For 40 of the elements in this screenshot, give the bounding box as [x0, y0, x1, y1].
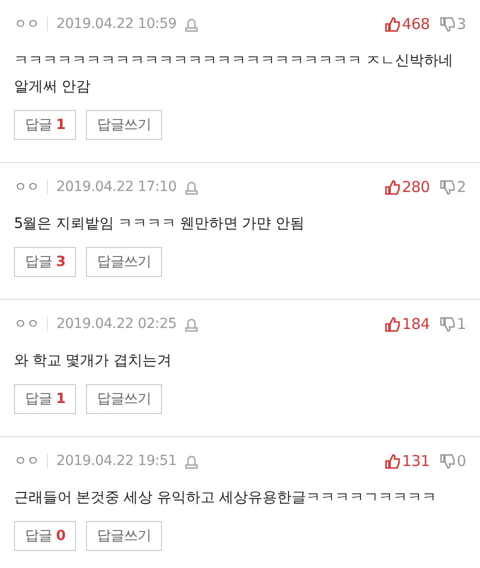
siren-icon[interactable]	[184, 16, 198, 32]
replies-button[interactable]: 답글 3	[14, 247, 76, 277]
comment-date: 2019.04.22 19:51	[56, 453, 177, 469]
dislike-count: 1	[456, 315, 466, 333]
author-name: ㅇㅇ	[14, 316, 40, 333]
thumbs-down-icon[interactable]	[440, 454, 455, 468]
like-count: 280	[402, 178, 430, 196]
comment-date: 2019.04.22 02:25	[56, 316, 177, 332]
author-name: ㅇㅇ	[14, 16, 40, 33]
siren-icon[interactable]	[184, 316, 198, 332]
write-reply-button[interactable]: 답글쓰기	[86, 521, 162, 551]
write-reply-button[interactable]: 답글쓰기	[86, 247, 162, 277]
thumbs-up-icon[interactable]	[385, 16, 400, 32]
comment-date: 2019.04.22 10:59	[56, 16, 177, 32]
comment-date: 2019.04.22 17:10	[56, 179, 177, 195]
comment-text: 5월은 지뢰밭임 ㅋㅋㅋㅋ 웬만하면 가먄 안됨	[14, 215, 306, 234]
replies-button[interactable]: 답글 1	[14, 110, 76, 140]
like-count: 184	[402, 315, 430, 333]
thumbs-up-icon[interactable]	[385, 316, 400, 332]
siren-icon[interactable]	[184, 454, 198, 468]
dislike-count: 3	[456, 15, 466, 33]
thumbs-down-icon[interactable]	[440, 16, 455, 32]
like-count: 468	[402, 15, 430, 33]
author-name: ㅇㅇ	[14, 453, 40, 470]
write-reply-button[interactable]: 답글쓰기	[86, 384, 162, 414]
dislike-count: 0	[456, 452, 466, 470]
siren-icon[interactable]	[184, 180, 198, 194]
thumbs-up-icon[interactable]	[385, 454, 400, 468]
like-count: 131	[402, 452, 430, 470]
comment-text: 와 학교 몇개가 겹치는겨	[14, 352, 172, 371]
thumbs-down-icon[interactable]	[440, 316, 455, 332]
comment-text: ㅋㅋㅋㅋㅋㅋㅋㅋㅋㅋㅋㅋㅋㅋㅋㅋㅋㅋㅋㅋㅋㅋㅋㅋ ㅈㄴ신박하네 알게써 안감	[14, 52, 454, 97]
write-reply-button[interactable]: 답글쓰기	[86, 110, 162, 140]
comment-text: 근래들어 본것중 세상 유익하고 세상유용한글ㅋㅋㅋㅋㄱㅋㅋㅋㅋ	[14, 489, 438, 508]
author-name: ㅇㅇ	[14, 179, 40, 196]
dislike-count: 2	[456, 178, 466, 196]
replies-button[interactable]: 답글 1	[14, 384, 76, 414]
thumbs-down-icon[interactable]	[440, 180, 455, 194]
thumbs-up-icon[interactable]	[385, 180, 400, 194]
replies-button[interactable]: 답글 0	[14, 521, 76, 551]
